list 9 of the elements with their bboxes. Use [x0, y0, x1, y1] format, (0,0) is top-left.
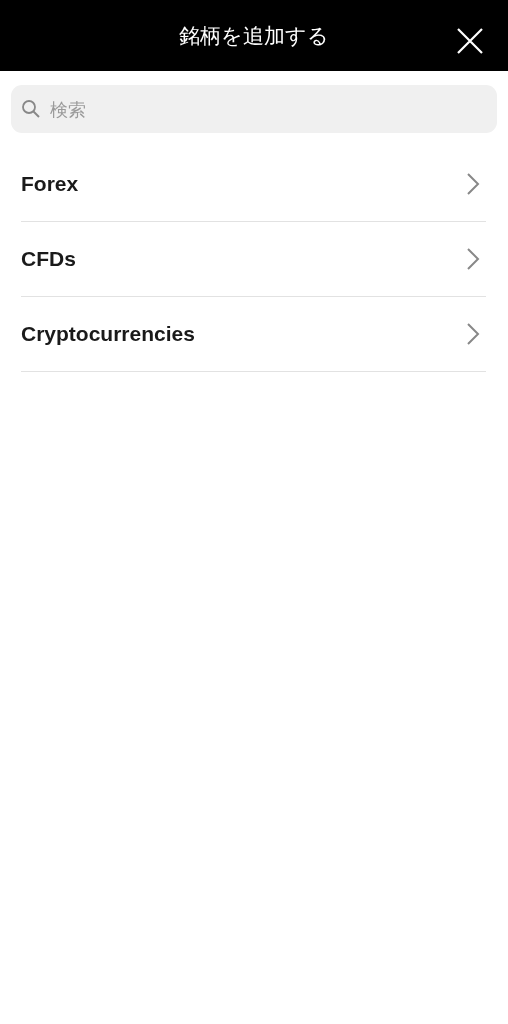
- chevron-right-icon: [466, 322, 480, 346]
- search-field[interactable]: 検索: [11, 85, 497, 133]
- chevron-right-icon: [466, 247, 480, 271]
- close-button[interactable]: [456, 27, 484, 55]
- screen-title: 銘柄を追加する: [179, 22, 329, 50]
- category-item[interactable]: Cryptocurrencies: [21, 297, 486, 372]
- category-item[interactable]: Forex: [21, 147, 486, 222]
- chevron-right-icon: [466, 172, 480, 196]
- category-item[interactable]: CFDs: [21, 222, 486, 297]
